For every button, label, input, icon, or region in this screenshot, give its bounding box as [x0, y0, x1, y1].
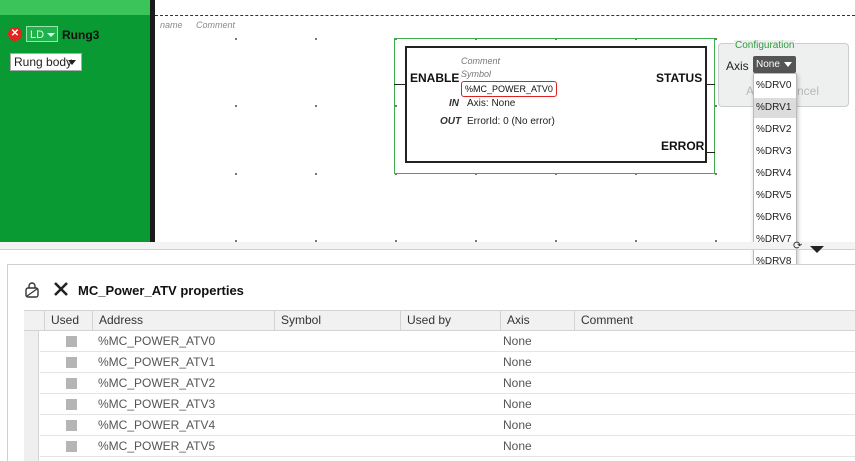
scroll-icon[interactable]: ⟳: [793, 239, 802, 252]
table-row[interactable]: %MC_POWER_ATV1 None: [40, 352, 855, 373]
chevron-down-icon: [784, 62, 792, 67]
axis-cell[interactable]: None: [503, 331, 532, 351]
axis-option[interactable]: %DRV5: [754, 186, 796, 206]
rung-divider: [150, 0, 155, 242]
grid-dot: [315, 173, 317, 175]
block-instance[interactable]: %MC_POWER_ATV0: [461, 81, 557, 97]
remove-rung-icon[interactable]: ✕: [8, 27, 22, 41]
used-checkbox[interactable]: [66, 420, 77, 431]
address-cell: %MC_POWER_ATV2: [98, 376, 216, 390]
chevron-down-icon: [47, 33, 55, 37]
axis-label: Axis: [726, 59, 749, 73]
out-value: ErrorId: 0 (No error): [467, 116, 555, 127]
used-checkbox[interactable]: [66, 399, 77, 410]
rung-header-comment: Comment: [196, 20, 236, 30]
address-cell: %MC_POWER_ATV3: [98, 397, 216, 411]
used-checkbox[interactable]: [66, 336, 77, 347]
rung-body-button[interactable]: Rung body: [10, 53, 82, 71]
column-symbol[interactable]: Symbol: [274, 311, 321, 330]
enable-wire: [394, 84, 405, 85]
configuration-title: Configuration: [734, 40, 796, 51]
grid-dot: [315, 38, 317, 40]
table-row[interactable]: %MC_POWER_ATV4 None: [40, 415, 855, 436]
axis-option[interactable]: %DRV6: [754, 208, 796, 228]
address-cell: %MC_POWER_ATV1: [98, 355, 216, 369]
column-used[interactable]: Used: [44, 311, 79, 330]
enable-pin: ENABLE: [410, 71, 460, 85]
column-address[interactable]: Address: [92, 311, 143, 330]
column-axis[interactable]: Axis: [500, 311, 530, 330]
block-symbol[interactable]: Symbol: [461, 69, 491, 79]
panel-splitter[interactable]: [0, 242, 855, 250]
grid-dot: [715, 105, 717, 107]
grid-dot: [235, 173, 237, 175]
grid-dot: [235, 105, 237, 107]
properties-title: MC_Power_ATV properties: [78, 283, 244, 298]
language-select[interactable]: LD: [26, 26, 58, 42]
column-used-by[interactable]: Used by: [400, 311, 451, 330]
block-comment[interactable]: Comment: [461, 56, 500, 66]
grid-dot: [715, 173, 717, 175]
rung-name: Rung3: [62, 28, 100, 42]
axis-option[interactable]: %DRV3: [754, 142, 796, 162]
status-wire: [707, 84, 715, 85]
address-cell: %MC_POWER_ATV4: [98, 418, 216, 432]
language-value: LD: [30, 29, 45, 41]
in-value: Axis: None: [467, 98, 516, 109]
axis-cell[interactable]: None: [503, 352, 532, 372]
axis-cell[interactable]: None: [503, 373, 532, 393]
row-gutter: [24, 331, 39, 461]
rung-panel: [0, 15, 152, 242]
in-label: IN: [449, 98, 459, 109]
rung-body-label: Rung body: [14, 55, 73, 69]
rung-separator: [155, 15, 855, 16]
axis-option[interactable]: %DRV4: [754, 164, 796, 184]
error-wire: [707, 152, 715, 153]
used-checkbox[interactable]: [66, 441, 77, 452]
table-row[interactable]: %MC_POWER_ATV0 None: [40, 331, 855, 352]
lock-icon[interactable]: [24, 281, 40, 298]
table-row[interactable]: %MC_POWER_ATV3 None: [40, 394, 855, 415]
axis-select-value: None: [756, 59, 780, 70]
properties-table-header: Used Address Symbol Used by Axis Comment: [24, 310, 855, 331]
axis-cell[interactable]: None: [503, 436, 532, 456]
out-label: OUT: [440, 116, 462, 127]
axis-option[interactable]: %DRV1: [754, 98, 796, 118]
table-row[interactable]: %MC_POWER_ATV5 None: [40, 436, 855, 457]
axis-select[interactable]: None: [753, 56, 796, 73]
address-cell: %MC_POWER_ATV5: [98, 439, 216, 453]
axis-option[interactable]: %DRV2: [754, 120, 796, 140]
used-checkbox[interactable]: [66, 378, 77, 389]
address-cell: %MC_POWER_ATV0: [98, 334, 216, 348]
grid-dot: [235, 38, 237, 40]
collapse-arrow-icon[interactable]: [810, 246, 824, 253]
close-icon[interactable]: [52, 280, 70, 298]
error-pin: ERROR: [661, 139, 705, 153]
axis-cell[interactable]: None: [503, 394, 532, 414]
used-checkbox[interactable]: [66, 357, 77, 368]
axis-option[interactable]: %DRV0: [754, 76, 796, 96]
grid-dot: [315, 105, 317, 107]
cancel-button[interactable]: ncel: [797, 84, 819, 98]
chevron-down-icon: [68, 60, 76, 65]
grid-dot: [715, 38, 717, 40]
rung-header-name: name: [160, 20, 183, 30]
table-row[interactable]: %MC_POWER_ATV2 None: [40, 373, 855, 394]
column-comment[interactable]: Comment: [574, 311, 633, 330]
previous-rung-strip: [0, 0, 150, 15]
axis-cell[interactable]: None: [503, 415, 532, 435]
status-pin: STATUS: [656, 71, 703, 85]
